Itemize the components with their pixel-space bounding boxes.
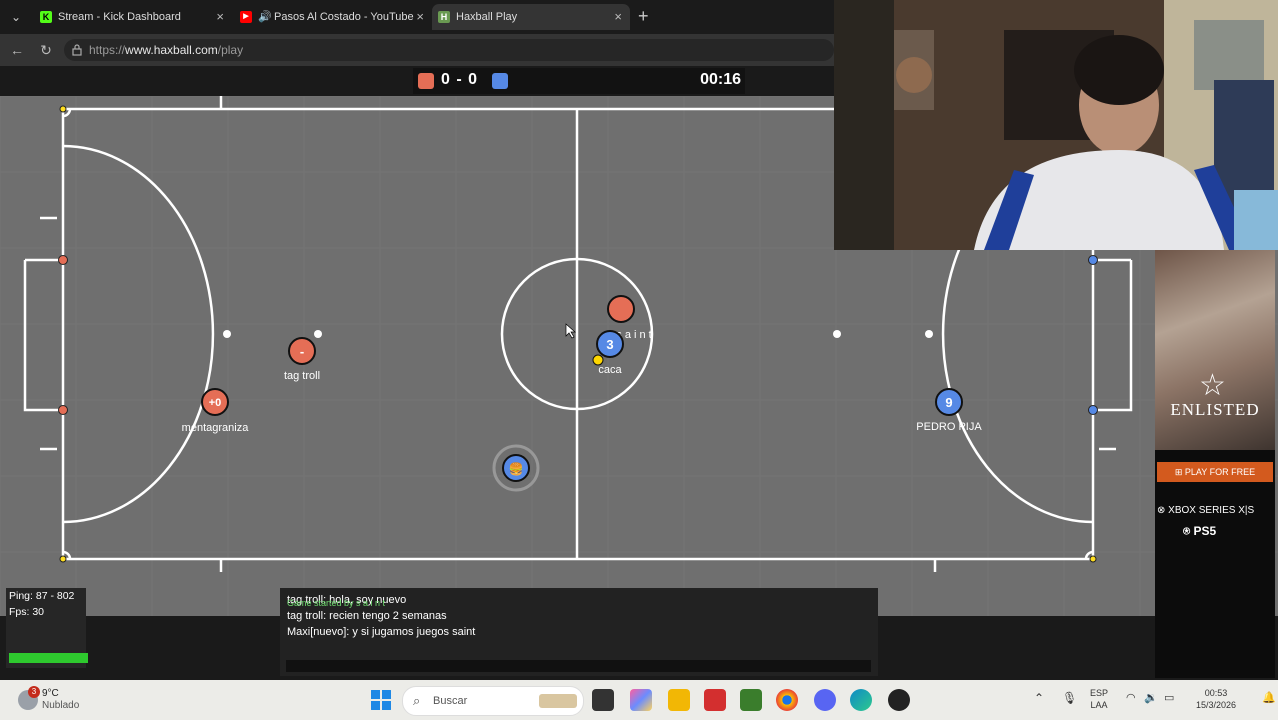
new-tab-button[interactable]: + xyxy=(638,6,649,27)
xbox-icon: ⊗ xyxy=(1157,505,1169,516)
notification-badge: 3 xyxy=(28,686,40,698)
language-indicator[interactable]: ESP LAA xyxy=(1090,687,1108,711)
search-placeholder: Buscar xyxy=(433,695,468,707)
network-stats: Ping: 87 - 802 Fps: 30 xyxy=(6,588,88,668)
player-name: tag troll xyxy=(284,370,320,382)
chat-box: tag troll: hola, soy nuevo Game started … xyxy=(280,588,878,676)
url-text: https://www.haxball.com/play xyxy=(89,43,244,57)
taskbar: 3 9°C Nublado ⌕ Buscar ⌃ 🎙 ESP LAA ◠ 🔉 ▭… xyxy=(0,680,1278,720)
copilot-icon[interactable] xyxy=(630,689,652,711)
ad-platform-xbox: ⊗ XBOX SERIES X|S xyxy=(1157,505,1254,516)
star-icon: ☆ xyxy=(1199,369,1226,402)
advertisement-banner[interactable]: ☆ ENLISTED ⊞ PLAY FOR FREE ⊗ XBOX SERIES… xyxy=(1155,250,1275,678)
file-explorer-icon[interactable] xyxy=(668,689,690,711)
playstation-icon: ⍟ xyxy=(1183,524,1194,538)
ad-artwork xyxy=(1155,250,1275,450)
ad-platform-label: XBOX SERIES X|S xyxy=(1168,505,1255,516)
clock[interactable]: 00:53 15/3/2026 xyxy=(1196,687,1236,711)
score-display: 0 - 0 xyxy=(441,71,479,88)
scoreboard: 0 - 0 00:16 xyxy=(413,68,745,94)
player-caca: 3 caca xyxy=(596,330,624,376)
webcam-overlay xyxy=(834,0,1278,250)
chat-message: Game started by s a i n t xyxy=(287,598,386,608)
webcam-image xyxy=(834,0,1278,250)
clock-time: 00:53 xyxy=(1204,688,1228,698)
tab-list-chevron-icon[interactable]: ⌄ xyxy=(6,8,26,26)
chat-input[interactable] xyxy=(286,660,871,672)
microphone-icon[interactable]: 🎙 xyxy=(1062,692,1077,704)
weather-temp: 9°C xyxy=(42,688,59,699)
blue-team-square-icon xyxy=(492,73,508,89)
ping-readout: Ping: 87 - 802 xyxy=(9,590,75,602)
player-name: PEDRO PIJA xyxy=(916,421,982,433)
chevron-up-icon[interactable]: ⌃ xyxy=(1034,692,1044,704)
player-avatar: - xyxy=(300,344,304,359)
edge-icon[interactable] xyxy=(850,689,872,711)
ad-platform-ps5: ⍟ PS5 xyxy=(1183,524,1216,539)
fps-readout: Fps: 30 xyxy=(9,606,45,618)
tab-kick-dashboard[interactable]: K Stream - Kick Dashboard × xyxy=(34,4,232,30)
taskbar-search[interactable]: ⌕ Buscar xyxy=(402,686,584,716)
chrome-icon[interactable] xyxy=(776,689,798,711)
tab-haxball[interactable]: H Haxball Play × xyxy=(432,4,630,30)
discord-icon[interactable] xyxy=(814,689,836,711)
windows-icon: ⊞ xyxy=(1174,467,1185,477)
weather-condition: Nublado xyxy=(42,700,80,711)
player-name: mentagraniza xyxy=(182,422,250,434)
site-info-icon[interactable] xyxy=(72,44,82,56)
ball xyxy=(592,354,604,366)
youtube-icon: ▶ xyxy=(240,11,252,23)
tab-title: Pasos Al Costado - YouTube xyxy=(274,11,414,23)
tab-title: Stream - Kick Dashboard xyxy=(58,11,181,23)
play-for-free-button[interactable]: ⊞ PLAY FOR FREE xyxy=(1157,462,1273,482)
windows-start-icon[interactable] xyxy=(370,689,392,711)
kick-icon: K xyxy=(40,11,52,23)
haxball-icon: H xyxy=(438,11,450,23)
back-arrow-icon[interactable]: ← xyxy=(8,41,26,59)
haxball-page: 0 - 0 00:16 +0 mentagraniza - tag troll … xyxy=(0,0,1278,680)
tab-title: Haxball Play xyxy=(456,11,518,23)
tab-close-icon[interactable]: × xyxy=(614,4,622,30)
url-field[interactable]: https://www.haxball.com/play xyxy=(64,39,834,61)
battery-icon[interactable]: ▭ xyxy=(1164,692,1174,704)
notifications-icon[interactable]: 🔔 xyxy=(1262,692,1276,704)
clock-date: 15/3/2026 xyxy=(1196,700,1237,710)
wifi-icon[interactable]: ◠ xyxy=(1126,692,1136,704)
tab-close-icon[interactable]: × xyxy=(216,4,224,30)
player-avatar: +0 xyxy=(209,397,222,409)
fps-graph xyxy=(9,653,88,663)
player-avatar: 9 xyxy=(945,395,952,410)
ad-cta-label: PLAY FOR FREE xyxy=(1184,467,1256,477)
player-name: caca xyxy=(598,364,622,376)
chat-message: Maxi[nuevo]: y si jugamos juegos saint xyxy=(287,626,476,638)
red-team-square-icon xyxy=(418,73,434,89)
minecraft-icon[interactable] xyxy=(740,689,762,711)
speaker-icon[interactable]: 🔊 xyxy=(258,4,272,30)
streaming-app-icon[interactable] xyxy=(888,689,910,711)
language-code: ESP xyxy=(1090,688,1109,698)
weather-widget[interactable]: 3 9°C Nublado xyxy=(18,686,88,712)
player-avatar: 3 xyxy=(606,337,613,352)
keyboard-layout: LAA xyxy=(1090,700,1108,710)
espn-app-icon[interactable] xyxy=(704,689,726,711)
reload-icon[interactable]: ↻ xyxy=(37,41,55,59)
ad-title: ENLISTED xyxy=(1170,400,1260,419)
search-icon: ⌕ xyxy=(413,693,421,708)
tab-youtube[interactable]: ▶ Pasos Al Costado - YouTube 🔊 × xyxy=(234,4,432,30)
task-view-icon[interactable] xyxy=(592,689,614,711)
player-avatar: 🍔 xyxy=(509,462,524,476)
match-timer: 00:16 xyxy=(700,71,741,88)
volume-icon[interactable]: 🔉 xyxy=(1144,692,1158,704)
search-highlight-icon xyxy=(539,694,577,708)
tab-close-icon[interactable]: × xyxy=(416,4,424,30)
ad-platform-label: PS5 xyxy=(1193,524,1217,538)
